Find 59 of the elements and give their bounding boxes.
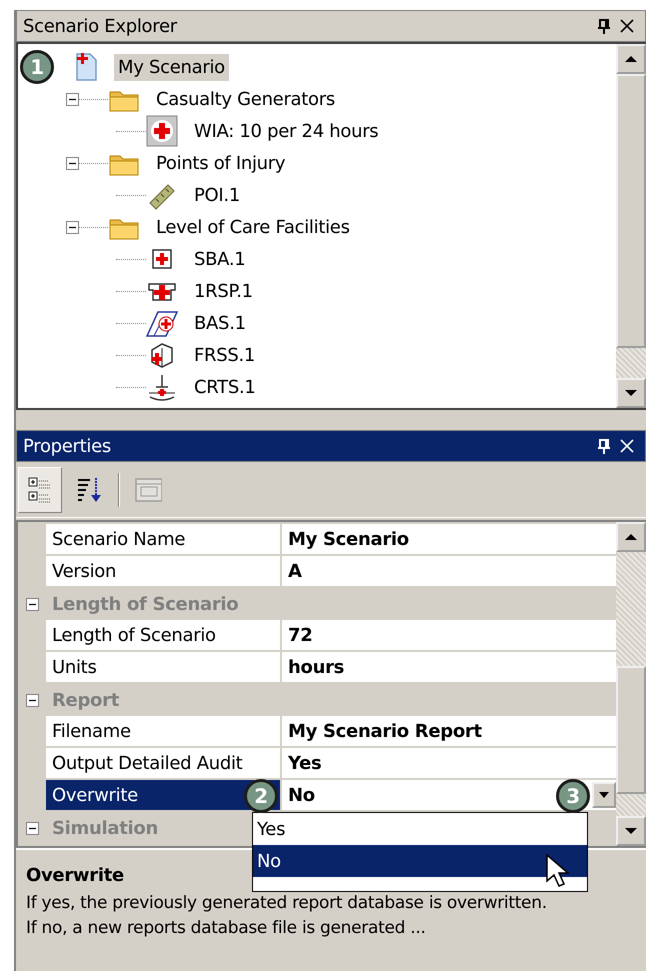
expander-icon[interactable] — [66, 156, 79, 170]
property-name[interactable]: Version — [46, 556, 282, 588]
scroll-down-button[interactable] — [616, 816, 646, 846]
description-text: If yes, the previously generated report database is overwritten. If no, a new reports database file is generated ... — [26, 892, 548, 940]
tree-item[interactable]: Level of Care Facilities — [152, 214, 354, 240]
close-icon — [619, 438, 635, 454]
down-arrow-icon — [624, 389, 638, 397]
property-value[interactable]: 72 — [282, 620, 616, 652]
property-value[interactable]: My Scenario — [282, 524, 616, 556]
tree-item[interactable]: FRSS.1 — [190, 342, 260, 368]
category-label: Report — [51, 688, 120, 712]
category-label: Simulation — [51, 816, 158, 840]
scrollbar[interactable] — [616, 522, 646, 846]
close-icon — [619, 18, 635, 34]
tree-item[interactable]: POI.1 — [190, 182, 244, 208]
property-name[interactable]: Length of Scenario — [46, 620, 282, 652]
dropdown-option[interactable]: Yes — [253, 813, 587, 845]
property-value[interactable]: A — [282, 556, 616, 588]
property-name[interactable]: Units — [46, 652, 282, 684]
categorized-button[interactable] — [18, 466, 62, 512]
tree-item[interactable]: SBA.1 — [190, 246, 250, 272]
expander-icon[interactable] — [26, 694, 38, 706]
pin-icon — [597, 18, 611, 34]
tree-item[interactable]: Points of Injury — [152, 150, 290, 176]
caret-icon — [599, 792, 609, 798]
callout-marker: 1 — [20, 50, 54, 84]
scroll-thumb[interactable] — [616, 666, 646, 794]
scroll-thumb[interactable] — [616, 74, 646, 348]
scroll-up-button[interactable] — [616, 44, 646, 74]
property-name[interactable]: Output Detailed Audit — [46, 748, 282, 780]
scrollbar[interactable] — [616, 44, 646, 408]
tree-item[interactable]: CRTS.1 — [190, 374, 260, 400]
up-arrow-icon — [624, 55, 638, 63]
scroll-down-button[interactable] — [616, 378, 646, 408]
panel-title: Properties — [23, 434, 112, 458]
property-name[interactable]: Scenario Name — [46, 524, 282, 556]
expander-icon[interactable] — [66, 92, 79, 106]
expander-icon[interactable] — [66, 220, 79, 234]
property-value[interactable]: Yes — [282, 748, 616, 780]
dropdown-button[interactable] — [592, 782, 616, 808]
scroll-up-button[interactable] — [616, 522, 646, 552]
tree-item[interactable]: 1RSP.1 — [190, 278, 257, 304]
up-arrow-icon — [624, 533, 638, 541]
description-title: Overwrite — [26, 864, 124, 888]
pin-icon — [597, 438, 611, 454]
cursor-icon — [545, 853, 569, 889]
dropdown-option[interactable]: No — [253, 845, 587, 877]
expander-icon[interactable] — [26, 822, 38, 834]
tree-item[interactable]: My Scenario — [114, 54, 229, 80]
property-value[interactable]: My Scenario Report — [282, 716, 616, 748]
tree-item[interactable]: Casualty Generators — [152, 86, 339, 112]
tree-item[interactable]: WIA: 10 per 24 hours — [190, 118, 382, 144]
panel-title: Scenario Explorer — [23, 14, 178, 38]
property-name[interactable]: Filename — [46, 716, 282, 748]
property-value[interactable]: hours — [282, 652, 616, 684]
expander-icon[interactable] — [26, 598, 38, 610]
tree-item[interactable]: BAS.1 — [190, 310, 250, 336]
category-label: Length of Scenario — [51, 592, 238, 616]
down-arrow-icon — [624, 827, 638, 835]
